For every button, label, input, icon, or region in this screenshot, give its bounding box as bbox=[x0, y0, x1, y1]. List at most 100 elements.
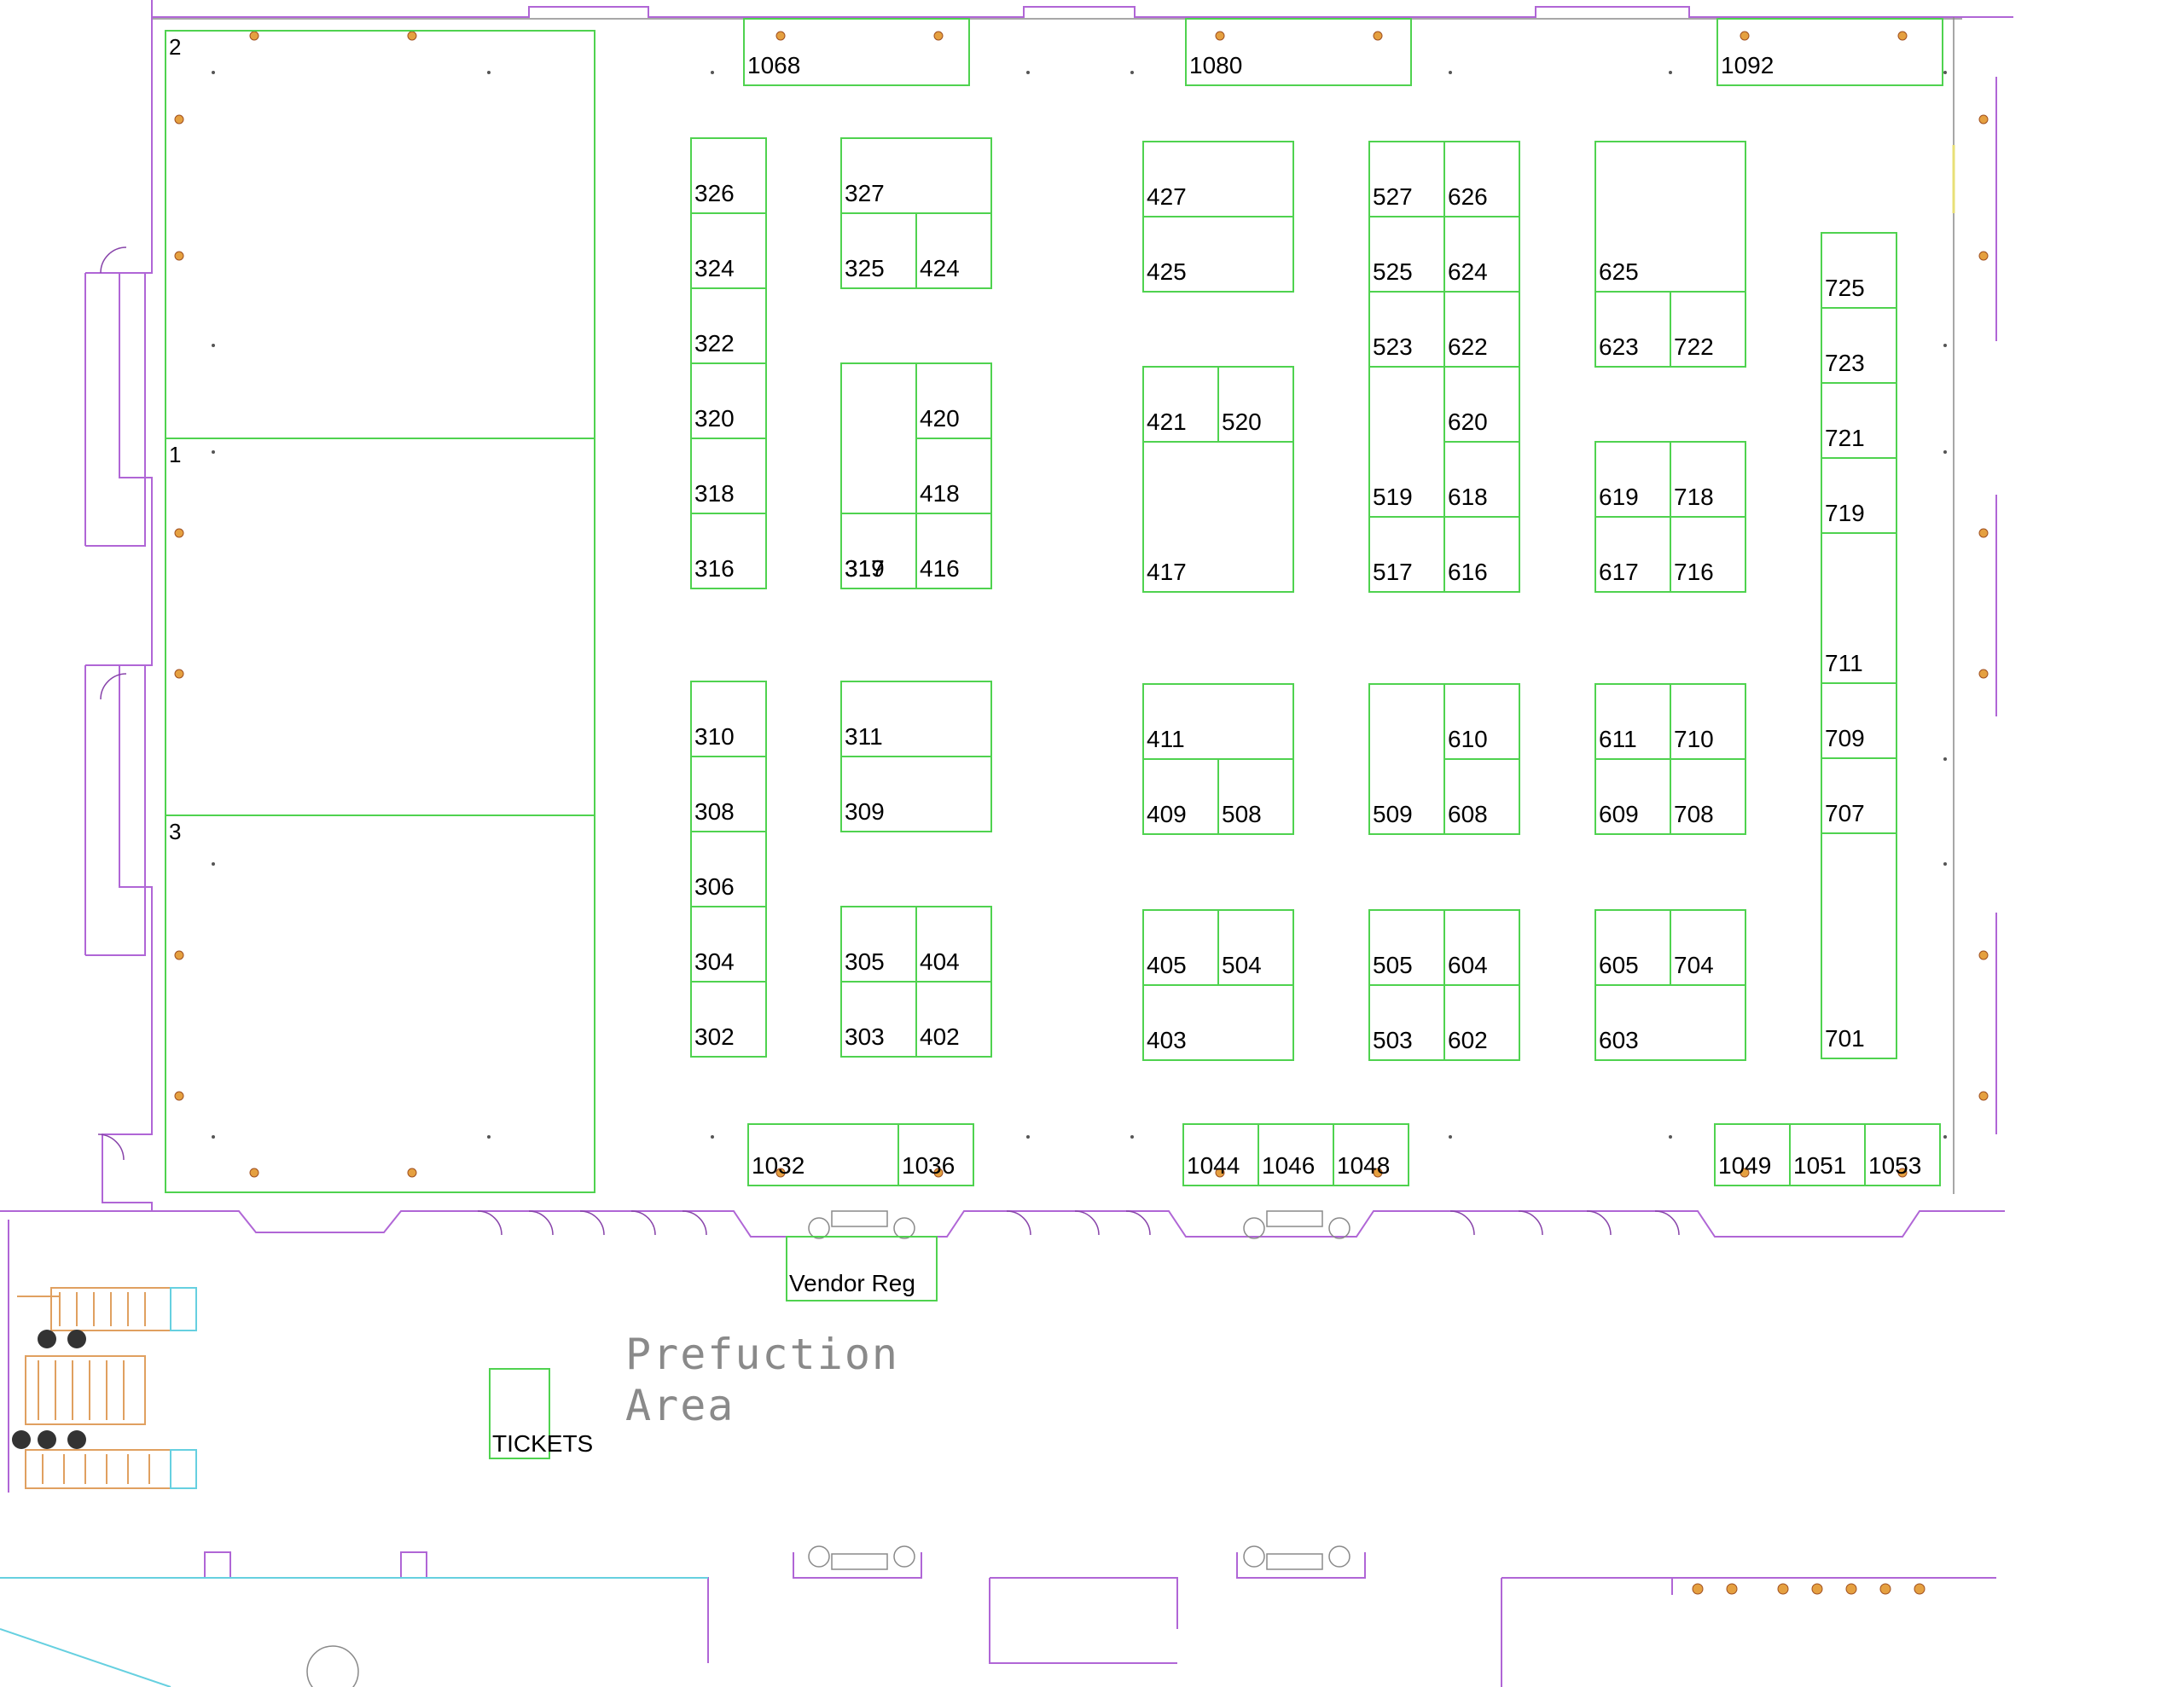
booth-527[interactable]: 527 bbox=[1368, 141, 1445, 217]
booth-719[interactable]: 719 bbox=[1821, 457, 1897, 534]
booth-325[interactable]: 325 bbox=[840, 212, 917, 289]
booth-1036[interactable]: 1036 bbox=[897, 1123, 974, 1186]
booth-318[interactable]: 318 bbox=[690, 438, 767, 514]
booth-609[interactable]: 609 bbox=[1594, 758, 1671, 835]
booth-508[interactable]: 508 bbox=[1217, 758, 1294, 835]
booth-626[interactable]: 626 bbox=[1443, 141, 1520, 217]
booth-610[interactable]: 610 bbox=[1443, 683, 1520, 760]
booth-517[interactable]: 517 bbox=[1368, 516, 1445, 593]
booth-725[interactable]: 725 bbox=[1821, 232, 1897, 309]
booth-309[interactable]: 309 bbox=[840, 756, 992, 832]
booth-523[interactable]: 523 bbox=[1368, 291, 1445, 368]
booth-619[interactable]: 619 bbox=[1594, 441, 1671, 518]
booth-number: 509 bbox=[1373, 801, 1413, 827]
booth-721[interactable]: 721 bbox=[1821, 382, 1897, 459]
booth-427[interactable]: 427 bbox=[1142, 141, 1294, 217]
booth-723[interactable]: 723 bbox=[1821, 307, 1897, 384]
booth-605[interactable]: 605 bbox=[1594, 909, 1671, 986]
booth-716[interactable]: 716 bbox=[1670, 516, 1746, 593]
booth-304[interactable]: 304 bbox=[690, 906, 767, 983]
booth-504[interactable]: 504 bbox=[1217, 909, 1294, 986]
booth-1049[interactable]: 1049 bbox=[1714, 1123, 1791, 1186]
booth-326[interactable]: 326 bbox=[690, 137, 767, 214]
booth-604[interactable]: 604 bbox=[1443, 909, 1520, 986]
booth-416[interactable]: 416 bbox=[915, 513, 992, 589]
booth-505[interactable]: 505 bbox=[1368, 909, 1445, 986]
booth-1032[interactable]: 1032 bbox=[747, 1123, 899, 1186]
booth-1051[interactable]: 1051 bbox=[1789, 1123, 1866, 1186]
booth-709[interactable]: 709 bbox=[1821, 682, 1897, 759]
ceiling-dots bbox=[212, 71, 1947, 1139]
booth-317[interactable]: 317 bbox=[840, 513, 917, 589]
booth-302[interactable]: 302 bbox=[690, 981, 767, 1058]
booth-1053[interactable]: 1053 bbox=[1864, 1123, 1941, 1186]
booth-701[interactable]: 701 bbox=[1821, 832, 1897, 1059]
room-label: 1 bbox=[169, 442, 181, 467]
booth-327[interactable]: 327 bbox=[840, 137, 992, 214]
booth-711[interactable]: 711 bbox=[1821, 532, 1897, 684]
booth-425[interactable]: 425 bbox=[1142, 216, 1294, 293]
booth-424[interactable]: 424 bbox=[915, 212, 992, 289]
booth-625[interactable]: 625 bbox=[1594, 141, 1746, 293]
room-2[interactable] bbox=[165, 30, 595, 439]
booth-1046[interactable]: 1046 bbox=[1258, 1123, 1334, 1186]
booth-418[interactable]: 418 bbox=[915, 438, 992, 514]
booth-404[interactable]: 404 bbox=[915, 906, 992, 983]
booth-622[interactable]: 622 bbox=[1443, 291, 1520, 368]
booth-608[interactable]: 608 bbox=[1443, 758, 1520, 835]
booth-1068[interactable]: 1068 bbox=[743, 18, 970, 86]
booth-710[interactable]: 710 bbox=[1670, 683, 1746, 760]
booth-316[interactable]: 316 bbox=[690, 513, 767, 589]
booth-708[interactable]: 708 bbox=[1670, 758, 1746, 835]
booth-306[interactable]: 306 bbox=[690, 831, 767, 907]
tickets-booth[interactable]: TICKETS bbox=[489, 1368, 593, 1459]
booth-402[interactable]: 402 bbox=[915, 981, 992, 1058]
booth-503[interactable]: 503 bbox=[1368, 984, 1445, 1061]
booth-616[interactable]: 616 bbox=[1443, 516, 1520, 593]
booth-1092[interactable]: 1092 bbox=[1716, 18, 1943, 86]
booth-1044[interactable]: 1044 bbox=[1182, 1123, 1259, 1186]
booth-623[interactable]: 623 bbox=[1594, 291, 1671, 368]
booth-525[interactable]: 525 bbox=[1368, 216, 1445, 293]
booth-number: 305 bbox=[845, 948, 885, 975]
booth-618[interactable]: 618 bbox=[1443, 441, 1520, 518]
booth-520[interactable]: 520 bbox=[1217, 366, 1294, 443]
booth-308[interactable]: 308 bbox=[690, 756, 767, 832]
booth-624[interactable]: 624 bbox=[1443, 216, 1520, 293]
booth-303[interactable]: 303 bbox=[840, 981, 917, 1058]
booth-number: 704 bbox=[1674, 952, 1714, 978]
booth-718[interactable]: 718 bbox=[1670, 441, 1746, 518]
room-3[interactable] bbox=[165, 815, 595, 1193]
booth-number: 325 bbox=[845, 255, 885, 281]
booth-707[interactable]: 707 bbox=[1821, 757, 1897, 834]
booth-number: 619 bbox=[1599, 484, 1639, 510]
booth-number: 505 bbox=[1373, 952, 1413, 978]
booth-704[interactable]: 704 bbox=[1670, 909, 1746, 986]
booth-310[interactable]: 310 bbox=[690, 681, 767, 757]
booth-403[interactable]: 403 bbox=[1142, 984, 1294, 1061]
booth-611[interactable]: 611 bbox=[1594, 683, 1671, 760]
vendor-registration[interactable]: Vendor Reg bbox=[786, 1236, 938, 1301]
booth-519[interactable]: 519 bbox=[1368, 366, 1445, 518]
booth-602[interactable]: 602 bbox=[1443, 984, 1520, 1061]
booth-603[interactable]: 603 bbox=[1594, 984, 1746, 1061]
booth-320[interactable]: 320 bbox=[690, 362, 767, 439]
booth-305[interactable]: 305 bbox=[840, 906, 917, 983]
booth-722[interactable]: 722 bbox=[1670, 291, 1746, 368]
booth-617[interactable]: 617 bbox=[1594, 516, 1671, 593]
booth-411[interactable]: 411 bbox=[1142, 683, 1294, 760]
booth-421[interactable]: 421 bbox=[1142, 366, 1219, 443]
booth-1080[interactable]: 1080 bbox=[1185, 18, 1412, 86]
booth-409[interactable]: 409 bbox=[1142, 758, 1219, 835]
booth-620[interactable]: 620 bbox=[1443, 366, 1520, 443]
booth-number: 617 bbox=[1599, 559, 1639, 585]
booth-1048[interactable]: 1048 bbox=[1333, 1123, 1409, 1186]
booth-417[interactable]: 417 bbox=[1142, 441, 1294, 593]
booth-324[interactable]: 324 bbox=[690, 212, 767, 289]
booth-311[interactable]: 311 bbox=[840, 681, 992, 757]
room-1[interactable] bbox=[165, 438, 595, 816]
booth-509[interactable]: 509 bbox=[1368, 683, 1445, 835]
booth-322[interactable]: 322 bbox=[690, 287, 767, 364]
booth-405[interactable]: 405 bbox=[1142, 909, 1219, 986]
booth-420[interactable]: 420 bbox=[915, 362, 992, 439]
